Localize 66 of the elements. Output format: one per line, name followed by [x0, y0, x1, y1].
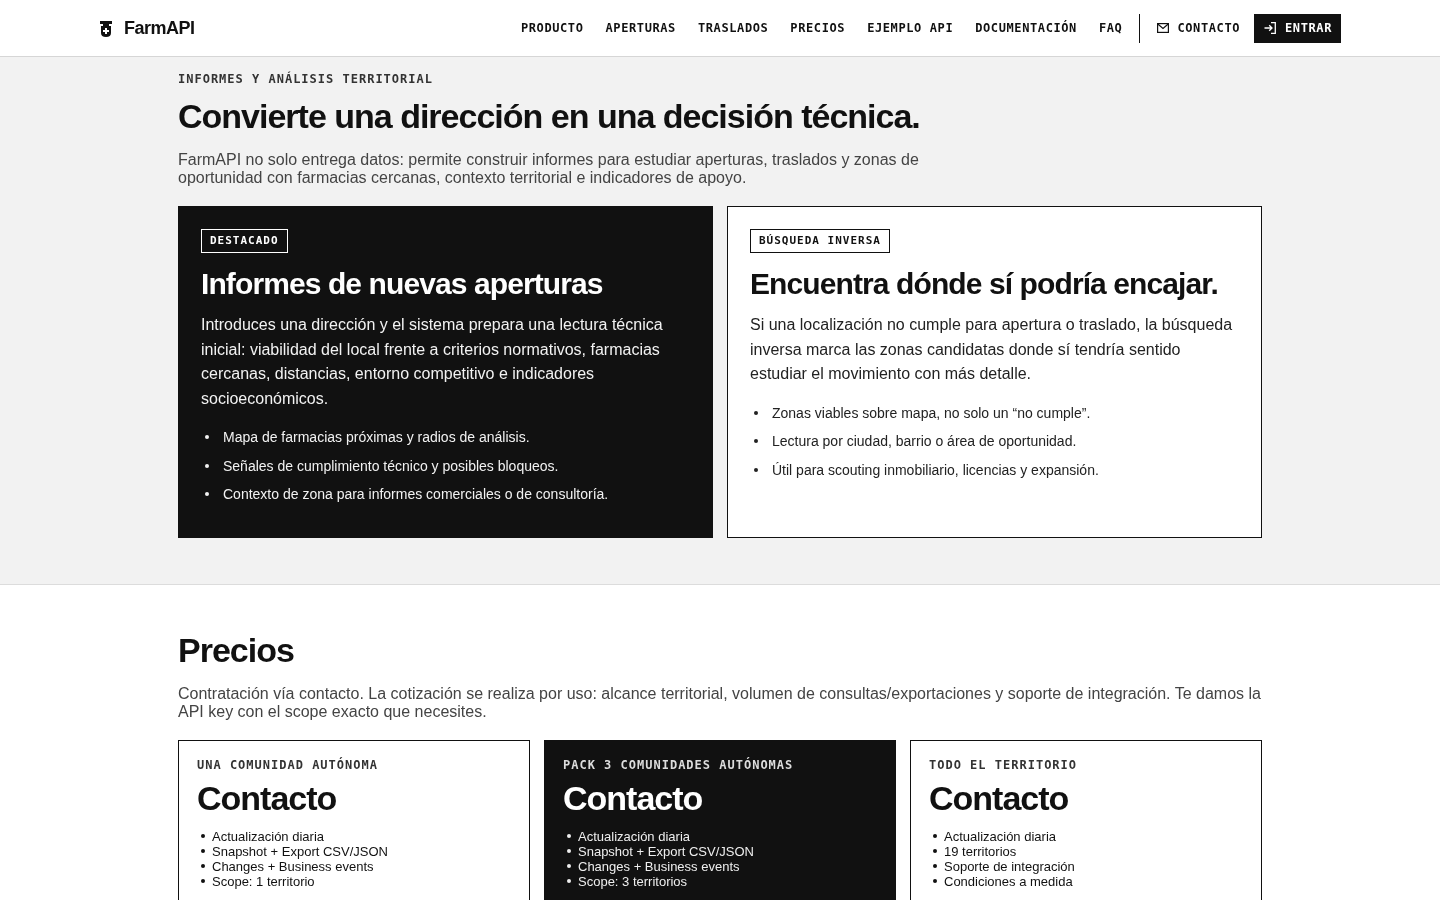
feature-text: 19 territorios: [944, 843, 1017, 859]
bullet-icon: [205, 463, 209, 468]
bullet-icon: [201, 849, 205, 853]
bullet-icon: [567, 834, 571, 838]
plan-price: Contacto: [197, 777, 338, 818]
plan-scope: UNA COMUNIDAD AUTÓNOMA: [197, 756, 379, 773]
card-text: Introduces una dirección y el sistema prepara una lectura técnica inicial: viabilidad del local frente a criterios normativos, farmacias cercanas, distancias, entorno competitivo e indicadores socioeconómicos.: [201, 315, 664, 409]
bullet-icon: [205, 492, 209, 496]
feature-text: Scope: 1 territorio: [212, 873, 315, 889]
bullet-icon: [567, 864, 571, 868]
login-button[interactable]: ENTRAR: [1254, 13, 1341, 43]
nav-link[interactable]: PRODUCTO: [520, 21, 584, 35]
bullet-icon: [754, 467, 758, 472]
plan-price: Contacto: [929, 777, 1070, 818]
bullet-icon: [754, 439, 758, 443]
feature-text: Changes + Business events: [578, 858, 740, 874]
feature-text: Scope: 3 territorios: [578, 873, 688, 889]
feature-text: Soporte de integración: [944, 858, 1075, 874]
section-eyebrow: INFORMES Y ANÁLISIS TERRITORIAL: [178, 71, 434, 87]
bullet-icon: [567, 849, 571, 853]
plan-price: Contacto: [563, 777, 704, 818]
feature-text: Condiciones a medida: [944, 873, 1073, 889]
contact-link[interactable]: CONTACTO: [1157, 21, 1241, 35]
feature-text: Zonas viables sobre mapa, no solo un “no cumple”.: [772, 403, 1091, 423]
feature-text: Actualización diaria: [578, 828, 690, 844]
bullet-icon: [201, 864, 205, 868]
nav-link[interactable]: DOCUMENTACIÓN: [975, 21, 1077, 35]
bullet-icon: [933, 834, 937, 838]
nav-link[interactable]: EJEMPLO API: [867, 21, 954, 35]
feature-text: Changes + Business events: [212, 858, 374, 874]
card-title: Informes de nuevas aperturas: [201, 266, 604, 302]
nav-link[interactable]: PRECIOS: [790, 21, 846, 35]
feature-text: Snapshot + Export CSV/JSON: [212, 843, 388, 859]
feature-text: Mapa de farmacias próximas y radios de análisis.: [223, 428, 530, 447]
plan-scope: PACK 3 COMUNIDADES AUTÓNOMAS: [563, 756, 795, 773]
feature-text: Útil para scouting inmobiliario, licencias y expansión.: [772, 460, 1099, 480]
bullet-icon: [205, 435, 209, 439]
feature-text: Señales de cumplimiento técnico y posibles bloqueos.: [223, 456, 559, 476]
section-title: Convierte una dirección en una decisión técnica.: [178, 96, 921, 136]
feature-text: Actualización diaria: [944, 828, 1056, 844]
feature-text: Actualización diaria: [212, 828, 324, 844]
bullet-icon: [933, 849, 937, 853]
mail-icon: [1157, 23, 1170, 33]
bullet-icon: [754, 410, 758, 415]
card-badge: BÚSQUEDA INVERSA: [750, 229, 890, 253]
plan-scope: TODO EL TERRITORIO: [929, 756, 1079, 773]
nav-link[interactable]: TRASLADOS: [697, 21, 769, 35]
bullet-icon: [201, 879, 205, 883]
bullet-icon: [933, 879, 937, 883]
bullet-icon: [201, 834, 205, 838]
login-icon: [1264, 22, 1277, 34]
bullet-icon: [933, 864, 937, 868]
card-badge: DESTACADO: [201, 229, 288, 253]
nav-link[interactable]: FAQ: [1098, 21, 1123, 35]
section-intro: Contratación vía contacto. La cotización se realiza por uso: alcance territorial, volumen de consultas/exportaciones y soporte de integración. Te damos la API key con el scope exacto que necesites.: [178, 684, 1262, 721]
bottle-icon: [99, 20, 113, 37]
card-title: Encuentra dónde sí podría encajar.: [750, 266, 1219, 302]
brand-link[interactable]: FarmAPI: [99, 17, 195, 39]
bullet-icon: [567, 879, 571, 883]
section-title: Precios: [178, 629, 295, 670]
feature-text: Contexto de zona para informes comerciales o de consultoría.: [223, 485, 609, 504]
card-text: Si una localización no cumple para apertura o traslado, la búsqueda inversa marca las zonas candidatas donde sí tendría sentido estudiar el movimiento con más detalle.: [750, 315, 1234, 384]
nav-link[interactable]: APERTURAS: [605, 21, 676, 35]
section-intro: FarmAPI no solo entrega datos: permite construir informes para estudiar aperturas, traslados y zonas de oportunidad con farmacias cercanas, contexto territorial e indicadores de apoyo.: [178, 151, 920, 187]
feature-text: Lectura por ciudad, barrio o área de oportunidad.: [772, 432, 1077, 451]
feature-text: Snapshot + Export CSV/JSON: [578, 843, 754, 859]
